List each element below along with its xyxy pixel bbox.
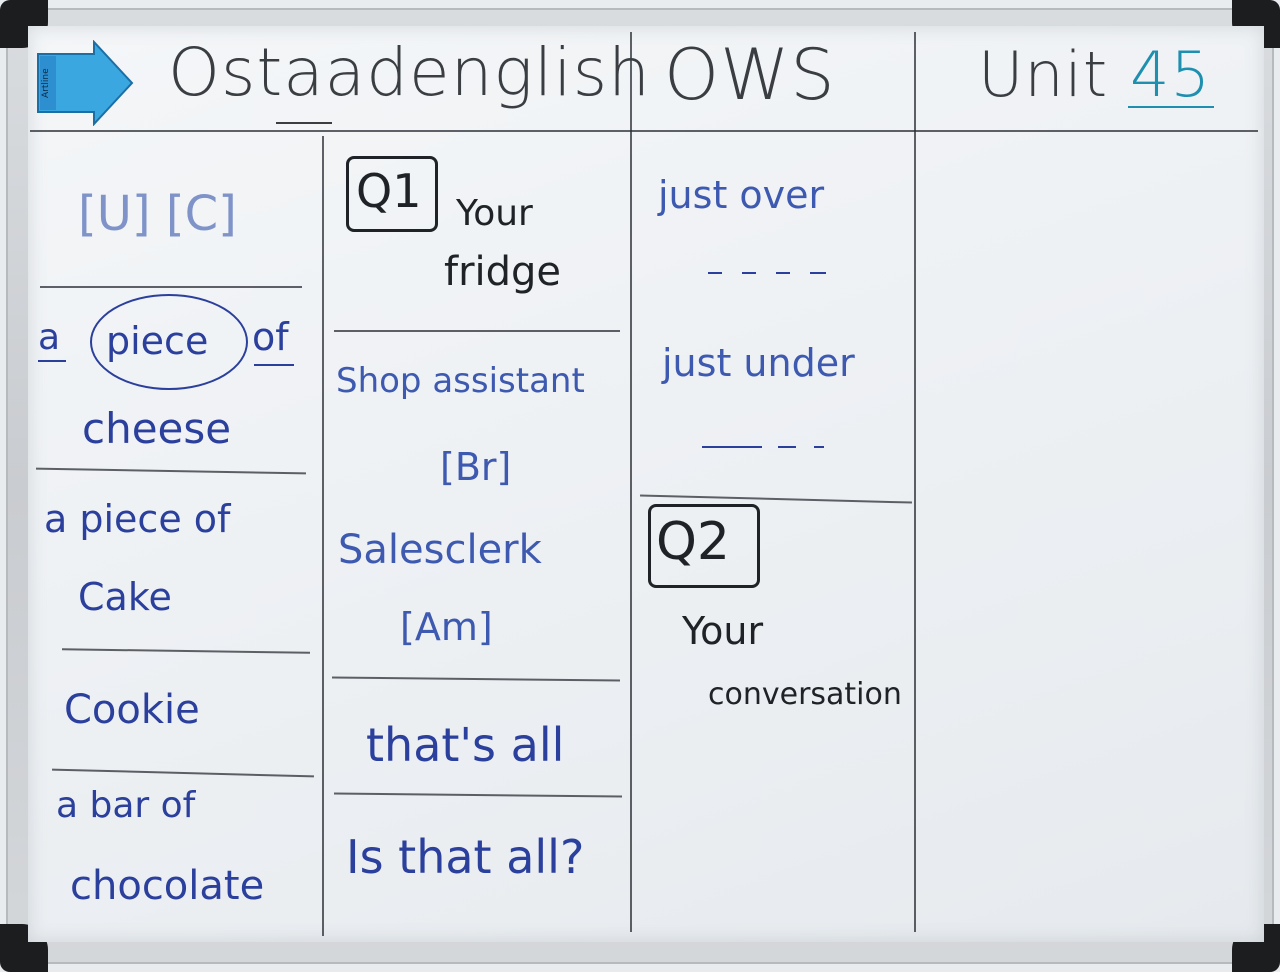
brand-underline: [276, 122, 332, 124]
unit-number: 45: [1130, 38, 1211, 111]
col2-divider-1: [334, 330, 620, 332]
salesclerk: Salesclerk: [338, 527, 542, 573]
thats-all: that's all: [366, 718, 565, 772]
q2-label: Q2: [656, 512, 731, 572]
blank-dash-2a: [702, 446, 762, 448]
american-tag: [Am]: [400, 605, 493, 649]
column-divider-2: [630, 32, 632, 932]
blank-dash-2c: [814, 446, 824, 448]
item4-line2: chocolate: [70, 863, 265, 909]
word-cheese: cheese: [82, 404, 232, 453]
british-tag: [Br]: [440, 445, 512, 489]
q1-line1: Your: [456, 193, 533, 234]
unit-number-underline: [1128, 106, 1214, 108]
uncountable-countable-label: [U] [C]: [78, 186, 237, 242]
item2-line1: a piece of: [44, 497, 231, 541]
unit-label: Unit: [978, 38, 1109, 111]
col1-divider-1: [40, 286, 302, 288]
just-over: just over: [658, 173, 825, 217]
q1-line2: fridge: [444, 249, 562, 295]
whiteboard-surface: [28, 26, 1264, 942]
word-piece: piece: [106, 319, 209, 363]
blank-dash-2b: [778, 446, 796, 448]
item2-line2: Cake: [78, 575, 172, 619]
blank-dash-1a: [708, 272, 722, 274]
blank-dash-1c: [776, 272, 790, 274]
just-under: just under: [662, 341, 855, 385]
section-title: OWS: [664, 34, 836, 116]
q2-line1: Your: [682, 609, 764, 653]
article-a-underline: [38, 360, 66, 362]
blank-dash-1b: [742, 272, 756, 274]
is-that-all: Is that all?: [346, 830, 585, 884]
shop-assistant: Shop assistant: [336, 361, 585, 401]
brand-title: Ostaadenglish: [168, 34, 651, 111]
q1-label: Q1: [356, 164, 422, 218]
article-a: a: [38, 317, 61, 358]
blank-dash-1d: [810, 272, 826, 274]
word-of-underline: [254, 364, 294, 366]
column-divider-1: [322, 136, 324, 936]
item3-cookie: Cookie: [64, 687, 200, 733]
word-of: of: [252, 315, 289, 359]
header-divider-line: [30, 130, 1258, 132]
q2-line2: conversation: [708, 677, 902, 712]
eraser-magnet: Artline: [37, 40, 134, 126]
item4-line1: a bar of: [56, 785, 196, 826]
column-divider-3: [914, 32, 916, 932]
magnet-brand-text: Artline: [41, 68, 51, 98]
